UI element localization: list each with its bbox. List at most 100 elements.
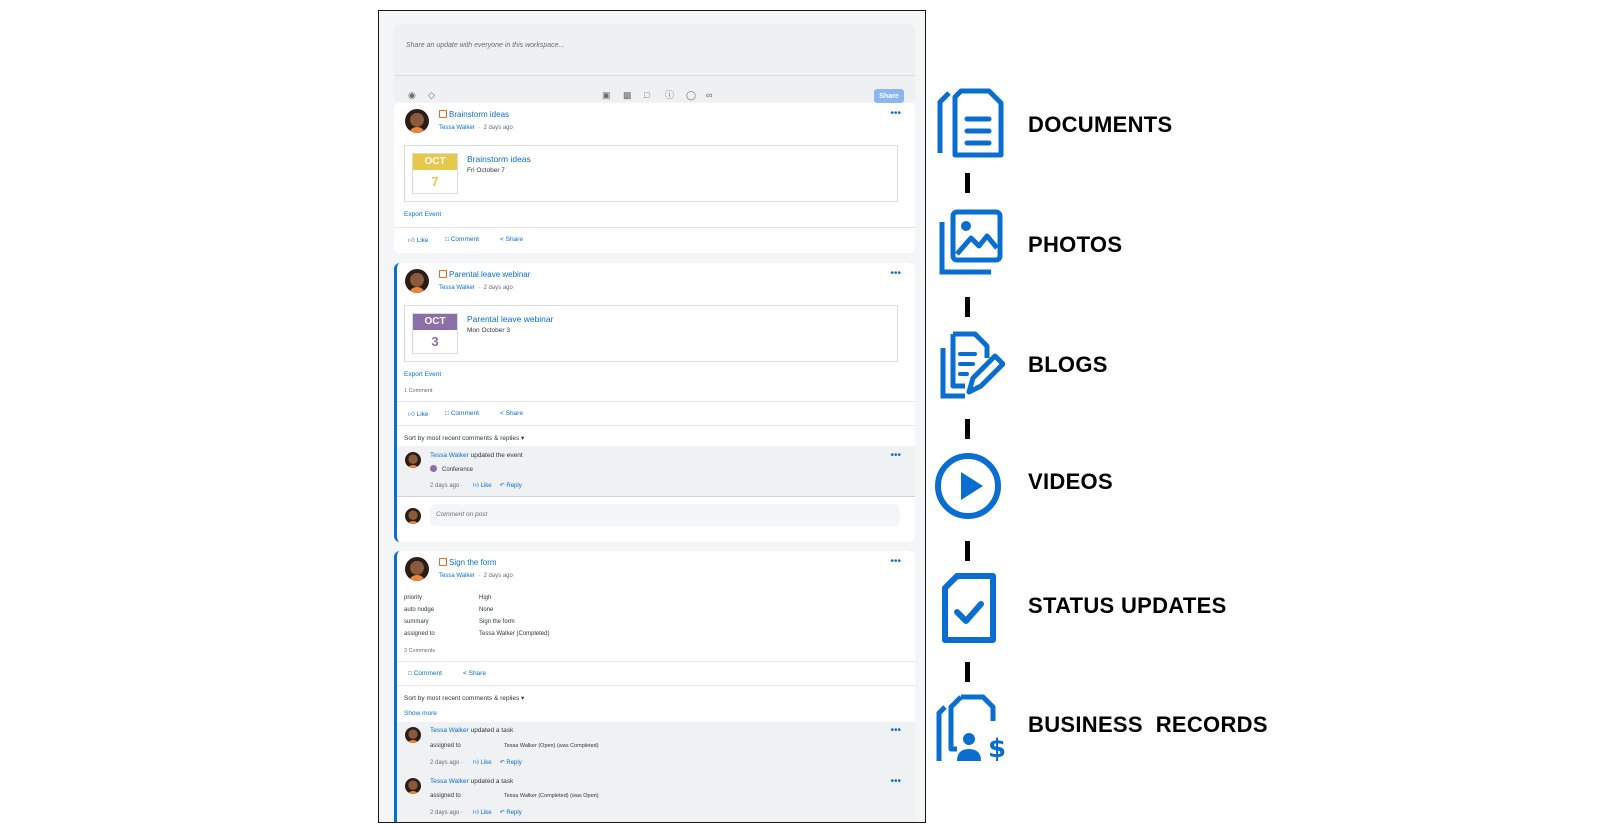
comment-footer: 2 days ago · 👍︎ Like ↶ Reply xyxy=(430,810,522,816)
like-label: Like xyxy=(416,411,429,418)
like-button[interactable]: 👍︎ Like xyxy=(408,236,429,244)
like-button[interactable]: 👍︎ Like xyxy=(408,410,429,418)
comment-label: Comment xyxy=(413,670,442,677)
connector-dash xyxy=(965,662,970,682)
divider xyxy=(397,685,915,686)
author-link[interactable]: Tessa Walker xyxy=(439,285,475,291)
event-title[interactable]: Parental leave webinar xyxy=(467,314,553,324)
link-icon[interactable]: ∞ xyxy=(706,91,712,100)
field-label: assigned to xyxy=(404,631,435,637)
avatar[interactable] xyxy=(405,557,429,581)
event-icon xyxy=(439,270,447,278)
business-record-icon: $ xyxy=(936,694,1005,764)
comment-field-label: assigned to xyxy=(430,743,461,749)
post-time: 2 days ago xyxy=(483,125,513,131)
avatar[interactable] xyxy=(405,269,429,293)
event-date-badge: OCT 3 xyxy=(412,313,458,354)
reply-button[interactable]: ↶ Reply xyxy=(500,483,522,489)
comment-detail: Conference xyxy=(430,465,473,473)
comment-like-label: Like xyxy=(480,760,492,766)
divider xyxy=(397,401,915,402)
more-options-icon[interactable]: ••• xyxy=(890,268,901,279)
event-month: OCT xyxy=(413,154,457,170)
comment-text: Tessa Walker updated the event xyxy=(430,452,523,459)
file-icon[interactable]: □ xyxy=(644,91,649,100)
reply-button[interactable]: ↶ Reply xyxy=(500,810,522,816)
document-icon xyxy=(937,88,1004,158)
comment-more-icon[interactable]: ••• xyxy=(890,776,901,787)
reply-button[interactable]: ↶ Reply xyxy=(500,760,522,766)
comment-field-value: Tessa Walker (Open) (was Completed) xyxy=(504,743,599,749)
play-icon xyxy=(935,453,1001,519)
author-link[interactable]: Tessa Walker xyxy=(439,125,475,131)
field-label: summary xyxy=(404,619,429,625)
field-value: High xyxy=(479,595,492,601)
divider xyxy=(397,425,915,426)
share-button[interactable]: Share xyxy=(874,89,904,103)
svg-text:$: $ xyxy=(988,734,1005,764)
question-icon[interactable]: ⓘ xyxy=(665,91,674,100)
author-link[interactable]: Tessa Walker xyxy=(430,452,469,459)
comment-more-icon[interactable]: ••• xyxy=(890,450,901,461)
share-post-button[interactable]: < Share xyxy=(463,670,486,677)
author-link[interactable]: Tessa Walker xyxy=(430,727,469,734)
comment-text: Tessa Walker updated a task xyxy=(430,727,513,734)
post-card: Parental leave webinar Tessa Walker · 2 … xyxy=(394,263,915,542)
sort-dropdown[interactable]: Sort by most recent comments & replies ▾ xyxy=(404,434,524,442)
comment-like-label: Like xyxy=(480,483,492,489)
share-post-button[interactable]: < Share xyxy=(500,236,523,243)
mention-icon[interactable]: ◉ xyxy=(408,91,416,100)
comment-count[interactable]: 3 Comments xyxy=(404,648,435,654)
post-title-text: Brainstorm ideas xyxy=(449,110,510,119)
task-check-icon xyxy=(439,558,447,566)
post-composer[interactable]: Share an update with everyone in this wo… xyxy=(394,24,915,103)
comment-field-label: assigned to xyxy=(430,793,461,799)
avatar[interactable] xyxy=(405,727,421,743)
event-title[interactable]: Brainstorm ideas xyxy=(467,154,531,164)
feed-window: Share an update with everyone in this wo… xyxy=(378,10,926,823)
avatar[interactable] xyxy=(405,109,429,133)
export-event-link[interactable]: Export Event xyxy=(404,211,441,218)
like-label: Like xyxy=(416,237,429,244)
field-value: Tessa Walker (Completed) xyxy=(479,631,550,637)
show-more-link[interactable]: Show more xyxy=(404,710,437,717)
comment-button[interactable]: □ Comment xyxy=(408,670,442,677)
more-options-icon[interactable]: ••• xyxy=(890,108,901,119)
comment-like-button[interactable]: 👍︎ Like xyxy=(473,483,492,489)
tag-icon[interactable]: ◇ xyxy=(428,91,435,100)
sort-dropdown[interactable]: Sort by most recent comments & replies ▾ xyxy=(404,694,524,702)
comment-button[interactable]: □ Comment xyxy=(445,410,479,417)
comment-button[interactable]: □ Comment xyxy=(445,236,479,243)
status-check-icon xyxy=(942,573,996,643)
event-card[interactable]: OCT 3 Parental leave webinar Mon October… xyxy=(404,305,898,362)
event-date-badge: OCT 7 xyxy=(412,153,458,194)
event-card[interactable]: OCT 7 Brainstorm ideas Fri October 7 xyxy=(404,145,898,202)
comment-like-button[interactable]: 👍︎ Like xyxy=(473,760,492,766)
camera-icon[interactable]: ▣ xyxy=(602,91,611,100)
author-link[interactable]: Tessa Walker xyxy=(439,573,475,579)
post-title[interactable]: Parental leave webinar xyxy=(439,270,530,279)
post-title[interactable]: Brainstorm ideas xyxy=(439,110,509,119)
comment-count[interactable]: 1 Comment xyxy=(404,388,432,394)
avatar[interactable] xyxy=(405,452,421,468)
blog-edit-icon xyxy=(940,331,1005,399)
post-meta: Tessa Walker · 2 days ago xyxy=(439,125,513,131)
post-title[interactable]: Sign the form xyxy=(439,558,497,567)
comment-input[interactable]: Comment on post xyxy=(430,504,900,526)
idea-icon[interactable]: ◯ xyxy=(686,91,696,100)
share-label: Share xyxy=(505,410,523,417)
connector-dash xyxy=(965,173,970,193)
comment-like-label: Like xyxy=(480,810,492,816)
reply-label: Reply xyxy=(506,483,522,489)
avatar[interactable] xyxy=(405,778,421,794)
share-post-button[interactable]: < Share xyxy=(500,410,523,417)
comment-more-icon[interactable]: ••• xyxy=(890,725,901,736)
more-options-icon[interactable]: ••• xyxy=(890,556,901,567)
comment-item: Tessa Walker updated a task assigned to … xyxy=(397,774,915,822)
video-icon[interactable]: ▩ xyxy=(623,91,632,100)
author-link[interactable]: Tessa Walker xyxy=(430,778,469,785)
export-event-link[interactable]: Export Event xyxy=(404,371,441,378)
comment-like-button[interactable]: 👍︎ Like xyxy=(473,810,492,816)
post-time: 2 days ago xyxy=(483,573,513,579)
comment-label: Comment xyxy=(450,410,479,417)
